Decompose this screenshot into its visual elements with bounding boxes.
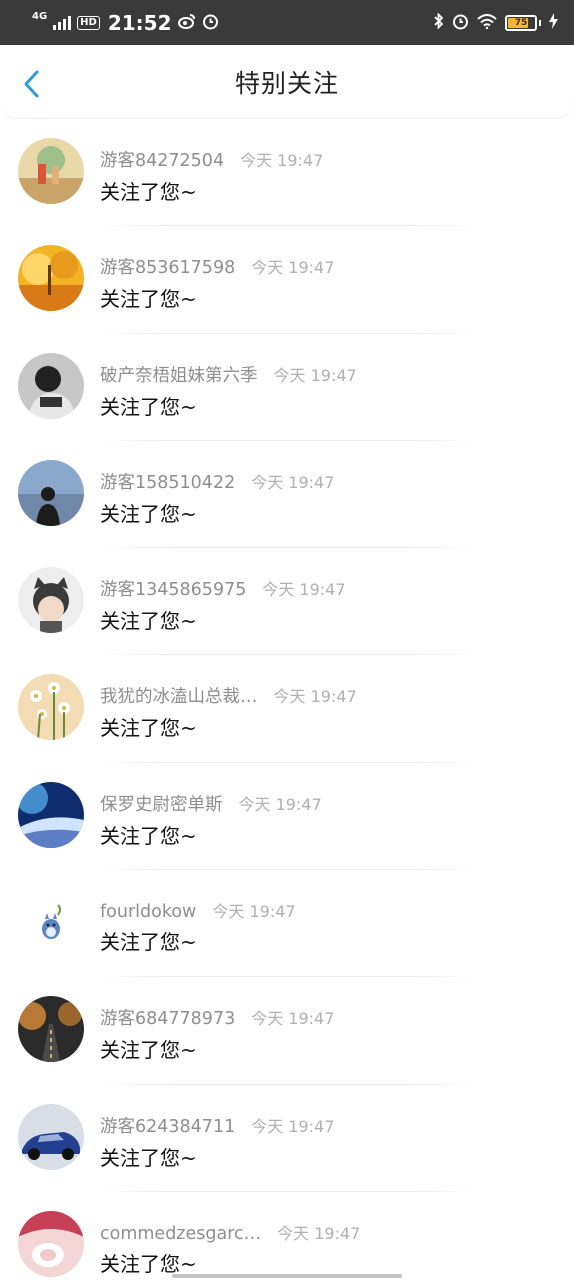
item-meta: 保罗史尉密单斯 今天 19:47 [100, 791, 322, 816]
list-item[interactable]: 破产奈梧姐妹第六季 今天 19:47 关注了您~ [0, 334, 574, 441]
back-button[interactable] [18, 69, 44, 99]
item-text: 保罗史尉密单斯 今天 19:47 关注了您~ [100, 791, 322, 849]
item-text: 游客684778973 今天 19:47 关注了您~ [100, 1005, 334, 1063]
follow-message: 关注了您~ [100, 180, 197, 204]
item-meta: 游客84272504 今天 19:47 [100, 147, 323, 172]
follow-time: 今天 19:47 [251, 1116, 335, 1136]
item-meta: 游客158510422 今天 19:47 [100, 469, 334, 494]
status-time: 21:52 [107, 10, 172, 35]
item-text: 游客853617598 今天 19:47 关注了您~ [100, 254, 334, 312]
item-text: 破产奈梧姐妹第六季 今天 19:47 关注了您~ [100, 362, 357, 420]
user-name[interactable]: 游客84272504 [100, 147, 224, 172]
avatar[interactable] [18, 459, 84, 526]
follow-message: 关注了您~ [100, 609, 197, 634]
alarm-icon [202, 13, 219, 33]
follow-message: 关注了您~ [100, 823, 197, 848]
follow-time: 今天 19:47 [212, 902, 296, 922]
list-item[interactable]: 游客1345865975 今天 19:47 关注了您~ [0, 548, 574, 656]
user-name[interactable]: 我犹的冰溘山总裁… [100, 683, 258, 708]
avatar[interactable] [18, 889, 84, 956]
avatar[interactable] [18, 245, 84, 312]
item-text: commedzesgarc… 今天 19:47 关注了您~ [100, 1220, 360, 1277]
user-name[interactable]: 游客853617598 [100, 254, 235, 279]
chevron-left-icon [24, 70, 39, 98]
item-text: 游客1345865975 今天 19:47 关注了您~ [100, 576, 346, 634]
follow-time: 今天 19:47 [251, 472, 335, 492]
follower-list: 游客84272504 今天 19:47 关注了您~ 游客853617598 今天 19:… [0, 119, 574, 1280]
list-item[interactable]: 游客853617598 今天 19:47 关注了您~ [0, 226, 574, 334]
item-meta: commedzesgarc… 今天 19:47 [100, 1220, 360, 1244]
item-text: 游客84272504 今天 19:47 关注了您~ [100, 147, 323, 205]
list-item[interactable]: 游客684778973 今天 19:47 关注了您~ [0, 977, 574, 1085]
item-meta: 游客1345865975 今天 19:47 [100, 576, 346, 601]
follow-message: 关注了您~ [100, 287, 197, 312]
list-item[interactable]: commedzesgarc… 今天 19:47 关注了您~ [0, 1192, 574, 1280]
follow-time: 今天 19:47 [238, 794, 322, 814]
network-type: 4G [32, 11, 48, 22]
item-text: 游客158510422 今天 19:47 关注了您~ [100, 469, 334, 527]
item-meta: 我犹的冰溘山总裁… 今天 19:47 [100, 683, 357, 708]
item-text: 游客624384711 今天 19:47 关注了您~ [100, 1113, 334, 1171]
home-indicator[interactable] [172, 1274, 402, 1278]
weibo-icon [177, 13, 196, 32]
follow-message: 关注了您~ [100, 1038, 197, 1063]
status-bar: 4G HD 21:52 75 [0, 0, 574, 45]
signal-icon [53, 15, 72, 30]
item-meta: fourldokow 今天 19:47 [100, 898, 296, 922]
battery-icon: 75 [505, 14, 537, 31]
avatar[interactable] [18, 674, 84, 741]
follow-message: 关注了您~ [100, 930, 197, 955]
page-title: 特别关注 [234, 68, 339, 98]
list-item[interactable]: 游客624384711 今天 19:47 关注了您~ [0, 1085, 574, 1192]
follow-message: 关注了您~ [100, 501, 197, 526]
follow-message: 关注了您~ [100, 716, 197, 741]
follow-message: 关注了您~ [100, 394, 197, 419]
follow-message: 关注了您~ [100, 1145, 197, 1170]
user-name[interactable]: 游客624384711 [100, 1113, 235, 1138]
avatar[interactable] [18, 567, 84, 634]
avatar[interactable] [18, 781, 84, 848]
avatar[interactable] [18, 1103, 84, 1170]
charging-icon [549, 13, 558, 32]
wifi-icon [477, 13, 497, 32]
battery-level: 75 [514, 17, 528, 28]
header: 特别关注 [0, 45, 574, 119]
battery-cap [539, 19, 541, 26]
item-text: fourldokow 今天 19:47 关注了您~ [100, 898, 296, 955]
follow-time: 今天 19:47 [251, 1009, 335, 1029]
follow-time: 今天 19:47 [251, 258, 335, 278]
follow-time: 今天 19:47 [240, 151, 324, 170]
item-meta: 游客853617598 今天 19:47 [100, 254, 334, 279]
user-name[interactable]: 保罗史尉密单斯 [100, 791, 223, 816]
user-name[interactable]: 破产奈梧姐妹第六季 [100, 362, 258, 387]
alarm-icon [452, 13, 469, 33]
hd-badge: HD [77, 15, 100, 30]
follow-time: 今天 19:47 [273, 687, 357, 707]
list-item[interactable]: 我犹的冰溘山总裁… 今天 19:47 关注了您~ [0, 655, 574, 763]
follow-time: 今天 19:47 [273, 365, 357, 385]
user-name[interactable]: 游客1345865975 [100, 576, 246, 601]
avatar[interactable] [18, 996, 84, 1063]
follow-time: 今天 19:47 [262, 580, 346, 600]
follow-message: 关注了您~ [100, 1251, 197, 1276]
follow-time: 今天 19:47 [277, 1223, 361, 1243]
user-name[interactable]: 游客158510422 [100, 469, 235, 494]
avatar[interactable] [18, 1210, 84, 1277]
list-item[interactable]: 游客84272504 今天 19:47 关注了您~ [0, 119, 574, 227]
item-meta: 游客684778973 今天 19:47 [100, 1005, 334, 1030]
user-name[interactable]: commedzesgarc… [100, 1224, 261, 1244]
item-meta: 游客624384711 今天 19:47 [100, 1113, 334, 1138]
user-name[interactable]: fourldokow [100, 902, 196, 922]
item-meta: 破产奈梧姐妹第六季 今天 19:47 [100, 362, 357, 387]
list-item[interactable]: 游客158510422 今天 19:47 关注了您~ [0, 441, 574, 549]
user-name[interactable]: 游客684778973 [100, 1005, 235, 1030]
avatar[interactable] [18, 352, 84, 419]
bluetooth-icon [434, 12, 444, 32]
list-item[interactable]: fourldokow 今天 19:47 关注了您~ [0, 870, 574, 978]
item-text: 我犹的冰溘山总裁… 今天 19:47 关注了您~ [100, 683, 357, 741]
avatar[interactable] [18, 138, 84, 204]
list-item[interactable]: 保罗史尉密单斯 今天 19:47 关注了您~ [0, 763, 574, 871]
